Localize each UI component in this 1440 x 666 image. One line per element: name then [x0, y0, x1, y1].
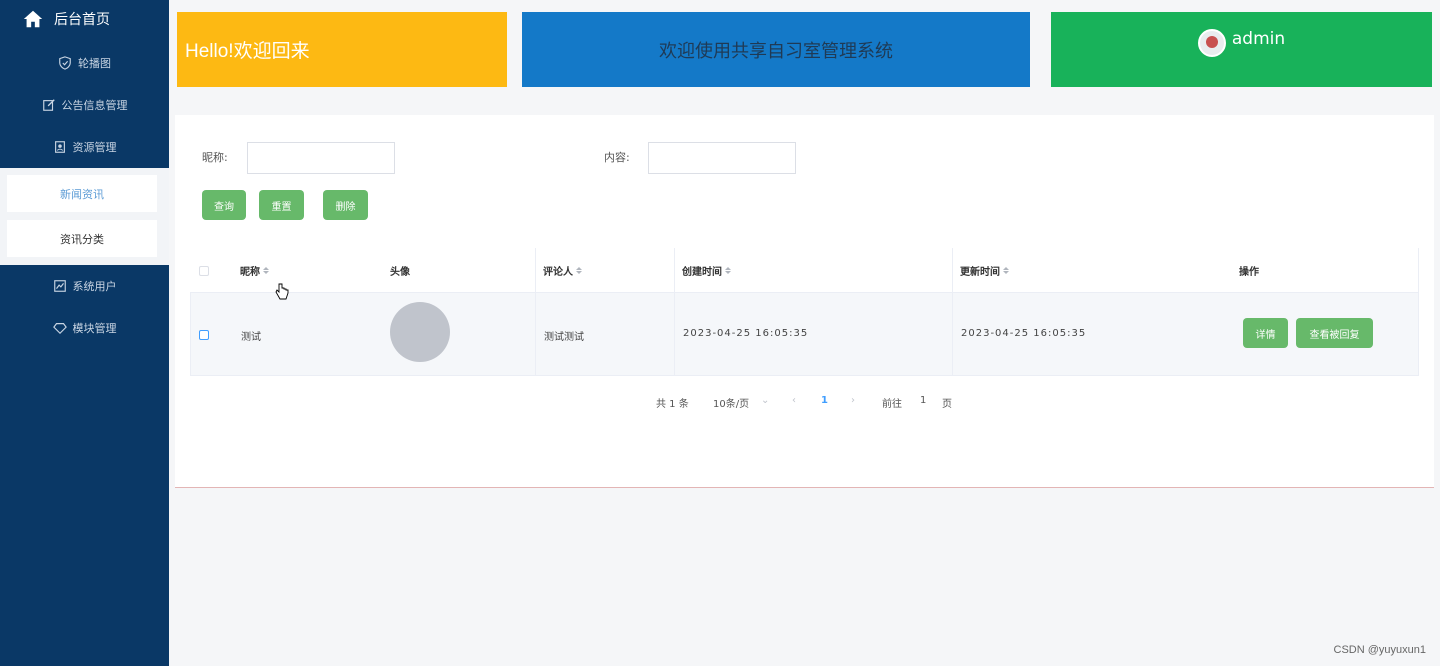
column-created[interactable]: 创建时间 — [682, 263, 731, 278]
submenu-item-label: 资讯分类 — [60, 232, 104, 246]
column-divider — [952, 248, 953, 376]
detail-button[interactable]: 详情 — [1243, 318, 1288, 348]
column-label: 更新时间 — [960, 267, 1000, 278]
sidebar-item-modules[interactable]: 模块管理 — [0, 310, 169, 346]
table-row: 测试 测试测试 2023-04-25 16:05:35 2023-04-25 1… — [190, 293, 1419, 376]
content-panel: 昵称: 内容: 查询 重置 删除 昵称 头像 评论人 创建时间 更新时间 操作 … — [175, 115, 1434, 488]
id-card-icon — [54, 141, 65, 153]
next-page-icon[interactable]: › — [851, 395, 855, 406]
page-size-select[interactable]: 10条/页 — [713, 395, 749, 410]
content-input[interactable] — [648, 142, 796, 174]
submenu-item-news-category[interactable]: 资讯分类 — [7, 220, 157, 257]
avatar-image — [390, 302, 450, 362]
home-link[interactable]: 后台首页 — [22, 6, 110, 32]
prev-page-icon[interactable]: ‹ — [792, 395, 796, 406]
sidebar-item-carousel[interactable]: 轮播图 — [0, 45, 169, 81]
goto-input[interactable]: 1 — [920, 395, 926, 406]
pagination-total: 共 1 条 — [656, 399, 689, 410]
system-title: 欢迎使用共享自习室管理系统 — [659, 40, 893, 62]
diamond-icon — [52, 323, 67, 335]
cell-nickname: 测试 — [241, 332, 261, 343]
column-divider — [674, 248, 675, 376]
sort-icon[interactable] — [1003, 267, 1009, 274]
submenu-item-label: 新闻资讯 — [60, 187, 104, 201]
cell-created: 2023-04-25 16:05:35 — [683, 328, 809, 339]
sort-icon[interactable] — [263, 267, 269, 274]
column-divider — [535, 248, 536, 376]
column-nickname[interactable]: 昵称 — [240, 263, 269, 278]
home-icon — [23, 10, 43, 28]
column-label: 昵称 — [240, 267, 260, 278]
shield-icon — [59, 56, 71, 70]
nickname-label: 昵称: — [202, 151, 228, 164]
cell-commenter: 测试测试 — [544, 332, 584, 343]
column-avatar: 头像 — [390, 263, 410, 278]
column-label: 头像 — [390, 267, 410, 278]
column-actions: 操作 — [1239, 263, 1259, 278]
submenu-item-news[interactable]: 新闻资讯 — [7, 175, 157, 212]
column-divider — [1418, 248, 1419, 376]
sidebar-item-announcements[interactable]: 公告信息管理 — [0, 87, 169, 123]
sort-icon[interactable] — [725, 267, 731, 274]
sidebar: 后台首页 轮播图 公告信息管理 资源管理 新闻资讯 资讯分类 系统用户 模块管理 — [0, 0, 169, 666]
sidebar-item-label: 模块管理 — [72, 322, 117, 335]
page-unit-label: 页 — [942, 399, 952, 410]
home-label: 后台首页 — [54, 12, 110, 28]
sidebar-item-label: 公告信息管理 — [61, 99, 128, 112]
chevron-down-icon[interactable]: ⌄ — [761, 395, 769, 406]
table-header: 昵称 头像 评论人 创建时间 更新时间 操作 — [190, 248, 1419, 293]
submenu: 新闻资讯 资讯分类 — [0, 168, 169, 265]
avatar[interactable] — [1197, 29, 1226, 57]
row-checkbox[interactable] — [199, 330, 209, 340]
column-commenter[interactable]: 评论人 — [543, 263, 582, 278]
sidebar-item-system-users[interactable]: 系统用户 — [0, 268, 169, 304]
view-replies-button[interactable]: 查看被回复 — [1296, 318, 1373, 348]
watermark: CSDN @yuyuxun1 — [1333, 644, 1426, 656]
select-all-checkbox[interactable] — [199, 266, 209, 276]
edit-icon — [42, 99, 55, 111]
chart-icon — [53, 280, 66, 292]
sidebar-item-resources[interactable]: 资源管理 — [0, 129, 169, 165]
query-button[interactable]: 查询 — [202, 190, 246, 220]
welcome-card: Hello!欢迎回来 — [177, 12, 507, 87]
hand-cursor-icon — [275, 283, 289, 300]
goto-label: 前往 — [882, 399, 902, 410]
content-label: 内容: — [604, 151, 630, 164]
sidebar-item-label: 资源管理 — [72, 141, 117, 154]
column-label: 操作 — [1239, 267, 1259, 278]
column-label: 评论人 — [543, 267, 573, 278]
system-title-card: 欢迎使用共享自习室管理系统 — [522, 12, 1030, 87]
sidebar-item-label: 系统用户 — [72, 280, 117, 293]
sidebar-item-label: 轮播图 — [78, 57, 111, 70]
column-updated[interactable]: 更新时间 — [960, 263, 1009, 278]
nickname-input[interactable] — [247, 142, 395, 174]
page-number-current[interactable]: 1 — [821, 395, 828, 406]
delete-button[interactable]: 删除 — [323, 190, 368, 220]
user-card: admin — [1051, 12, 1432, 87]
reset-button[interactable]: 重置 — [259, 190, 304, 220]
username[interactable]: admin — [1232, 29, 1285, 49]
welcome-text: Hello!欢迎回来 — [185, 41, 310, 62]
sort-icon[interactable] — [576, 267, 582, 274]
cell-updated: 2023-04-25 16:05:35 — [961, 328, 1087, 339]
column-label: 创建时间 — [682, 267, 722, 278]
